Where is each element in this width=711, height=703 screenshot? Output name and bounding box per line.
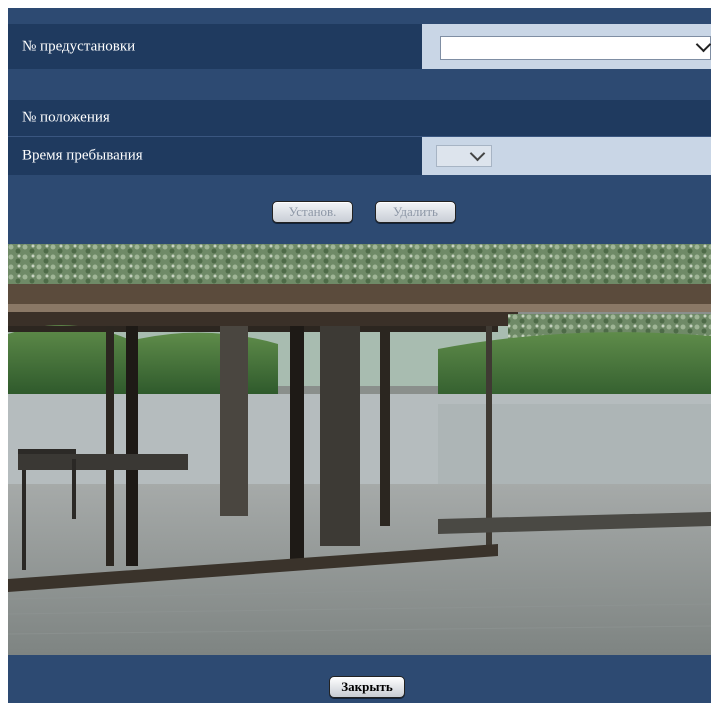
dwell-time-row: Время пребывания: [8, 137, 711, 175]
spacer-row: [8, 69, 711, 100]
position-row: № положения: [8, 100, 711, 137]
preset-select[interactable]: [440, 36, 711, 60]
set-button[interactable]: Установ.: [272, 201, 353, 223]
dwell-time-select[interactable]: [436, 145, 492, 167]
camera-image: [8, 244, 711, 655]
position-label: № положения: [22, 109, 110, 126]
preset-label: № предустановки: [22, 38, 136, 54]
dwell-time-label: Время пребывания: [22, 147, 143, 164]
dwell-time-cell: [422, 137, 711, 175]
preset-settings-window: № предустановки № положения Время пребыв…: [8, 8, 711, 703]
delete-button[interactable]: Удалить: [375, 201, 456, 223]
header-strip: [8, 8, 711, 24]
preset-select-cell: [422, 24, 711, 69]
footer-bar: Закрыть: [8, 655, 711, 703]
action-buttons-row: Установ. Удалить: [8, 175, 711, 244]
close-button[interactable]: Закрыть: [329, 676, 405, 698]
camera-live-view[interactable]: [8, 244, 711, 655]
preset-row: № предустановки: [8, 24, 711, 69]
